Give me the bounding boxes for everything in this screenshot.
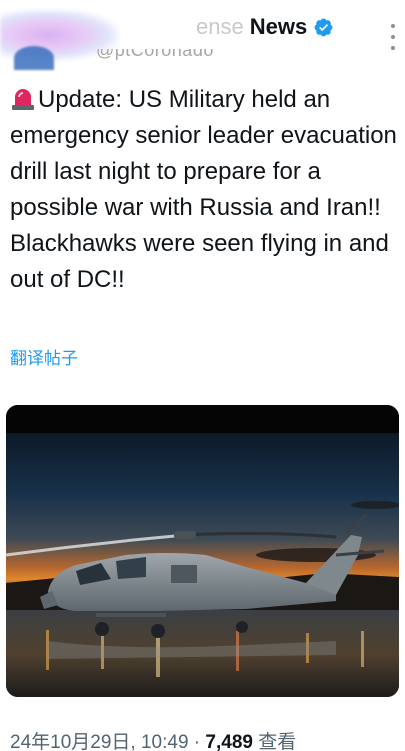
meta-separator: ·: [193, 732, 201, 751]
more-icon[interactable]: [387, 24, 399, 50]
tweet-timestamp[interactable]: 24年10月29日, 10:49: [10, 732, 189, 751]
display-name-faded: ense: [196, 14, 244, 39]
tweet-media[interactable]: [6, 405, 399, 697]
translate-post-link[interactable]: 翻译帖子: [10, 344, 78, 369]
display-name-text: News: [249, 14, 308, 39]
views-count: 7,489: [205, 732, 253, 751]
rotating-light-icon: [12, 89, 34, 110]
views-label: 查看: [258, 732, 297, 751]
tweet-header: ense News @ptCoronado: [0, 0, 405, 72]
helicopter-photo: [6, 405, 399, 697]
avatar-image: [14, 46, 54, 70]
tweet-text: Update: US Military held an emergency se…: [10, 86, 397, 293]
verified-badge-icon: [314, 18, 333, 36]
tweet-text-container: Update: US Military held an emergency se…: [10, 82, 402, 298]
tweet-meta: 24年10月29日, 10:49 · 7,489 查看: [10, 727, 296, 751]
display-name[interactable]: ense News: [196, 12, 334, 42]
